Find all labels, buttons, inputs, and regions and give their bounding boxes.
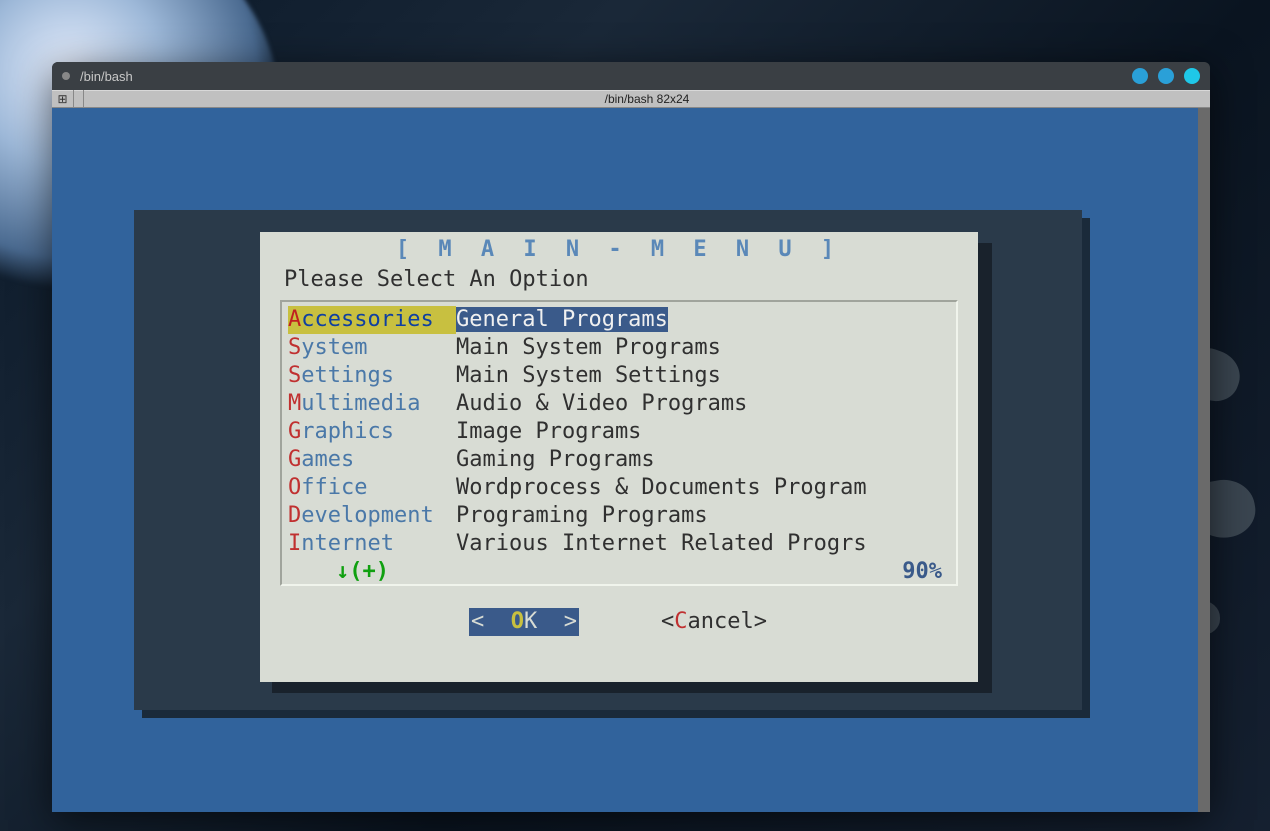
terminal-window: /bin/bash ⊞ /bin/bash 82x24 [ M A I N - … [52, 62, 1210, 812]
menu-item-tag-rest: ames [301, 447, 354, 472]
menu-item-desc: General Programs [456, 306, 950, 334]
window-close-button[interactable] [1184, 68, 1200, 84]
ok-button-hotkey: O [511, 609, 524, 634]
menu-item[interactable]: OfficeWordprocess & Documents Program [284, 474, 954, 502]
window-title: /bin/bash [80, 69, 133, 84]
menu-item[interactable]: InternetVarious Internet Related Progrs [284, 530, 954, 558]
window-controls [1132, 68, 1200, 84]
dialog-title: [ M A I N - M E N U ] [278, 236, 960, 264]
menu-item-tag: Settings [288, 362, 456, 390]
ok-button[interactable]: < OK > [469, 608, 579, 636]
menu-item[interactable]: SettingsMain System Settings [284, 362, 954, 390]
menu-item-tag: Development [288, 502, 456, 530]
main-menu-dialog: [ M A I N - M E N U ] Please Select An O… [260, 232, 978, 682]
terminal-scrollbar[interactable] [1198, 108, 1210, 812]
terminal-tab-title[interactable]: /bin/bash 82x24 [84, 92, 1210, 106]
menu-item[interactable]: GamesGaming Programs [284, 446, 954, 474]
cancel-button[interactable]: <Cancel> [659, 608, 769, 636]
menu-item-tag-rest: raphics [301, 419, 394, 444]
dialog-prompt: Please Select An Option [284, 266, 960, 294]
menu-item-hotkey: M [288, 391, 301, 416]
dialog-button-row: < OK > <Cancel> [278, 608, 960, 636]
menu-scroll-indicator: ↓(+) 90% [284, 558, 954, 586]
menu-item-tag-rest: ystem [301, 335, 367, 360]
menu-item-tag: System [288, 334, 456, 362]
window-minimize-button[interactable] [1132, 68, 1148, 84]
menu-item-hotkey: G [288, 447, 301, 472]
menu-item-hotkey: S [288, 363, 301, 388]
menu-item-desc: Main System Settings [456, 362, 950, 390]
ok-button-close: > [537, 609, 577, 634]
window-maximize-button[interactable] [1158, 68, 1174, 84]
scroll-down-icon: ↓(+) [336, 558, 389, 586]
window-titlebar[interactable]: /bin/bash [52, 62, 1210, 90]
menu-item-tag-rest: ettings [301, 363, 394, 388]
menu-item-tag-rest: ccessories [301, 307, 433, 332]
cancel-button-label: ancel [688, 609, 754, 634]
menu-item-desc: Audio & Video Programs [456, 390, 950, 418]
tab-separator [74, 90, 84, 108]
menu-item-desc: Gaming Programs [456, 446, 950, 474]
ok-button-open: < [471, 609, 511, 634]
menu-item-hotkey: G [288, 419, 301, 444]
terminal-tab-strip: ⊞ /bin/bash 82x24 [52, 90, 1210, 108]
scroll-percent: 90% [902, 558, 942, 586]
menu-item-desc: Image Programs [456, 418, 950, 446]
menu-item-tag-rest: nternet [301, 531, 394, 556]
menu-item-tag: Games [288, 446, 456, 474]
menu-item-hotkey: I [288, 531, 301, 556]
menu-item-desc: Wordprocess & Documents Program [456, 474, 950, 502]
menu-item-hotkey: A [288, 307, 301, 332]
menu-item[interactable]: DevelopmentPrograming Programs [284, 502, 954, 530]
dialog-title-bracket-open: [ [396, 237, 417, 262]
menu-list[interactable]: AccessoriesGeneral ProgramsSystemMain Sy… [280, 300, 958, 586]
menu-item-hotkey: O [288, 475, 301, 500]
new-tab-icon[interactable]: ⊞ [52, 90, 74, 108]
menu-item-tag: Internet [288, 530, 456, 558]
menu-item-desc: Various Internet Related Progrs [456, 530, 950, 558]
cancel-button-close: > [754, 609, 767, 634]
menu-item[interactable]: GraphicsImage Programs [284, 418, 954, 446]
dialog-title-text: M A I N - M E N U [417, 237, 821, 262]
terminal-scrollbar-thumb[interactable] [1198, 108, 1210, 812]
menu-item-tag: Office [288, 474, 456, 502]
menu-item-tag: Multimedia [288, 390, 456, 418]
menu-item[interactable]: MultimediaAudio & Video Programs [284, 390, 954, 418]
cancel-button-hotkey: C [674, 609, 687, 634]
menu-item-hotkey: D [288, 503, 301, 528]
cancel-button-open: < [661, 609, 674, 634]
menu-item-hotkey: S [288, 335, 301, 360]
menu-item-tag: Graphics [288, 418, 456, 446]
menu-item-tag-rest: evelopment [301, 503, 433, 528]
window-menu-icon[interactable] [62, 72, 70, 80]
menu-item-tag-rest: ultimedia [301, 391, 420, 416]
menu-item-desc: Programing Programs [456, 502, 950, 530]
dialog-title-bracket-close: ] [821, 237, 842, 262]
ok-button-label: K [524, 609, 537, 634]
menu-item[interactable]: AccessoriesGeneral Programs [284, 306, 954, 334]
menu-item-desc: Main System Programs [456, 334, 950, 362]
menu-item[interactable]: SystemMain System Programs [284, 334, 954, 362]
terminal-viewport[interactable]: [ M A I N - M E N U ] Please Select An O… [52, 108, 1210, 812]
menu-item-tag-rest: ffice [301, 475, 367, 500]
menu-item-tag: Accessories [288, 306, 456, 334]
